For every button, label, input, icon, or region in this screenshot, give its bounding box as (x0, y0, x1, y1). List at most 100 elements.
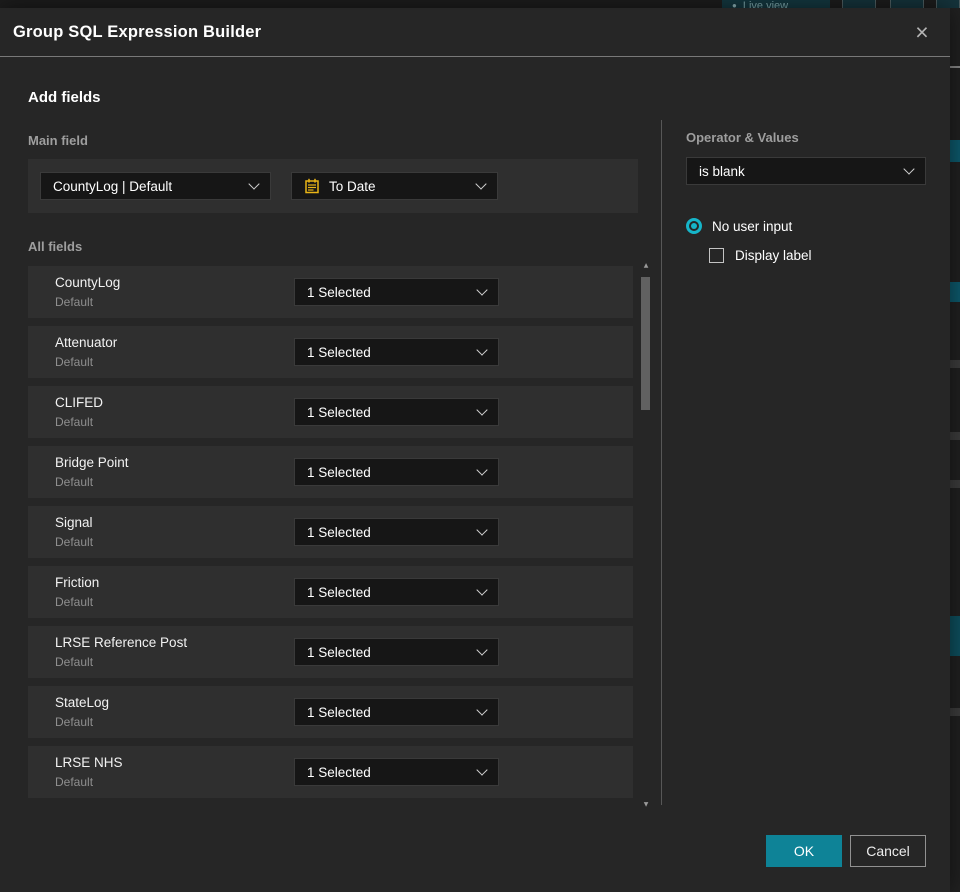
field-selected-dropdown[interactable]: 1 Selected (294, 698, 499, 726)
chevron-down-icon (248, 177, 260, 190)
field-subtitle: Default (55, 415, 94, 429)
field-subtitle: Default (55, 535, 94, 549)
chevron-down-icon (476, 343, 488, 356)
field-selected-dropdown[interactable]: 1 Selected (294, 518, 499, 546)
field-name: Attenuator (55, 335, 118, 350)
add-fields-heading: Add fields (28, 89, 101, 106)
checkbox-unchecked-icon[interactable] (709, 248, 724, 263)
selected-count: 1 Selected (307, 644, 371, 660)
field-row-lrse-nhs: LRSE NHS Default 1 Selected (28, 746, 633, 798)
operator-values-panel: Operator & Values is blank No user input… (686, 130, 926, 263)
display-label-label: Display label (735, 248, 812, 263)
all-fields-label: All fields (28, 239, 83, 254)
chevron-down-icon (476, 643, 488, 656)
selected-count: 1 Selected (307, 464, 371, 480)
close-icon: × (915, 18, 929, 45)
field-selected-dropdown[interactable]: 1 Selected (294, 578, 499, 606)
background-artifact (950, 360, 960, 368)
field-row-statelog: StateLog Default 1 Selected (28, 686, 633, 738)
close-button[interactable]: × (904, 14, 940, 50)
no-user-input-label: No user input (712, 218, 793, 234)
field-name: LRSE NHS (55, 755, 123, 770)
operator-select[interactable]: is blank (686, 157, 926, 185)
field-subtitle: Default (55, 595, 94, 609)
field-subtitle: Default (55, 715, 94, 729)
background-artifact (950, 140, 960, 162)
calendar-icon (305, 178, 319, 194)
dialog-footer: OK Cancel (766, 835, 926, 867)
scrollbar-thumb[interactable] (641, 277, 650, 410)
main-field-label: Main field (28, 133, 88, 148)
live-view-label: Live view (742, 0, 789, 8)
ok-button[interactable]: OK (766, 835, 842, 867)
chevron-down-icon (475, 177, 487, 190)
display-label-checkbox-row[interactable]: Display label (709, 248, 926, 263)
chevron-down-icon (476, 763, 488, 776)
background-app-topbar: ● Live view (0, 0, 960, 8)
selected-count: 1 Selected (307, 584, 371, 600)
background-artifact (950, 66, 960, 68)
chevron-down-icon (476, 703, 488, 716)
background-app-edge (950, 8, 960, 892)
field-row-attenuator: Attenuator Default 1 Selected (28, 326, 633, 378)
field-row-bridge-point: Bridge Point Default 1 Selected (28, 446, 633, 498)
operator-values-label: Operator & Values (686, 130, 799, 145)
field-name: StateLog (55, 695, 110, 710)
main-field-container: CountyLog | Default To Date (28, 159, 638, 213)
field-subtitle: Default (55, 775, 94, 789)
field-selected-dropdown[interactable]: 1 Selected (294, 638, 499, 666)
selected-count: 1 Selected (307, 344, 371, 360)
background-toolbar-button (936, 0, 960, 8)
scroll-down-icon[interactable]: ▼ (640, 801, 652, 808)
all-fields-list: CountyLog Default 1 Selected Attenuator … (28, 266, 633, 806)
live-view-toggle[interactable]: ● Live view (722, 0, 830, 8)
field-name: Signal (55, 515, 93, 530)
field-selected-dropdown[interactable]: 1 Selected (294, 338, 499, 366)
background-artifact (950, 708, 960, 716)
background-artifact (950, 282, 960, 302)
main-field-type-select[interactable]: To Date (291, 172, 498, 200)
selected-count: 1 Selected (307, 284, 371, 300)
background-artifact (950, 480, 960, 488)
background-toolbar-button (890, 0, 924, 8)
field-subtitle: Default (55, 295, 94, 309)
cancel-button[interactable]: Cancel (850, 835, 926, 867)
field-row-lrse-reference-post: LRSE Reference Post Default 1 Selected (28, 626, 633, 678)
scroll-up-icon[interactable]: ▲ (640, 262, 652, 269)
field-name: CLIFED (55, 395, 104, 410)
field-selected-dropdown[interactable]: 1 Selected (294, 278, 499, 306)
field-subtitle: Default (55, 655, 94, 669)
field-name: Bridge Point (55, 455, 129, 470)
field-selected-dropdown[interactable]: 1 Selected (294, 758, 499, 786)
chevron-down-icon (476, 403, 488, 416)
selected-count: 1 Selected (307, 704, 371, 720)
panel-divider (661, 120, 662, 805)
selected-count: 1 Selected (307, 524, 371, 540)
field-row-countylog: CountyLog Default 1 Selected (28, 266, 633, 318)
field-row-signal: Signal Default 1 Selected (28, 506, 633, 558)
chevron-down-icon (476, 523, 488, 536)
field-name: Friction (55, 575, 100, 590)
dialog-title: Group SQL Expression Builder (13, 22, 262, 41)
main-field-type-value: To Date (329, 178, 376, 194)
field-name: CountyLog (55, 275, 121, 290)
background-artifact (950, 616, 960, 656)
selected-count: 1 Selected (307, 764, 371, 780)
no-user-input-radio[interactable]: No user input (686, 218, 926, 234)
field-subtitle: Default (55, 475, 94, 489)
chevron-down-icon (476, 463, 488, 476)
background-toolbar-button (842, 0, 876, 8)
field-row-clifed: CLIFED Default 1 Selected (28, 386, 633, 438)
field-selected-dropdown[interactable]: 1 Selected (294, 398, 499, 426)
radio-dot (691, 223, 697, 229)
main-field-select[interactable]: CountyLog | Default (40, 172, 271, 200)
field-selected-dropdown[interactable]: 1 Selected (294, 458, 499, 486)
list-scrollbar[interactable]: ▲ ▼ (640, 262, 652, 808)
background-artifact (950, 432, 960, 440)
chevron-down-icon (476, 583, 488, 596)
selected-count: 1 Selected (307, 404, 371, 420)
chevron-down-icon (903, 162, 915, 175)
dialog-titlebar: Group SQL Expression Builder × (0, 8, 950, 57)
operator-select-value: is blank (699, 163, 745, 179)
field-row-friction: Friction Default 1 Selected (28, 566, 633, 618)
